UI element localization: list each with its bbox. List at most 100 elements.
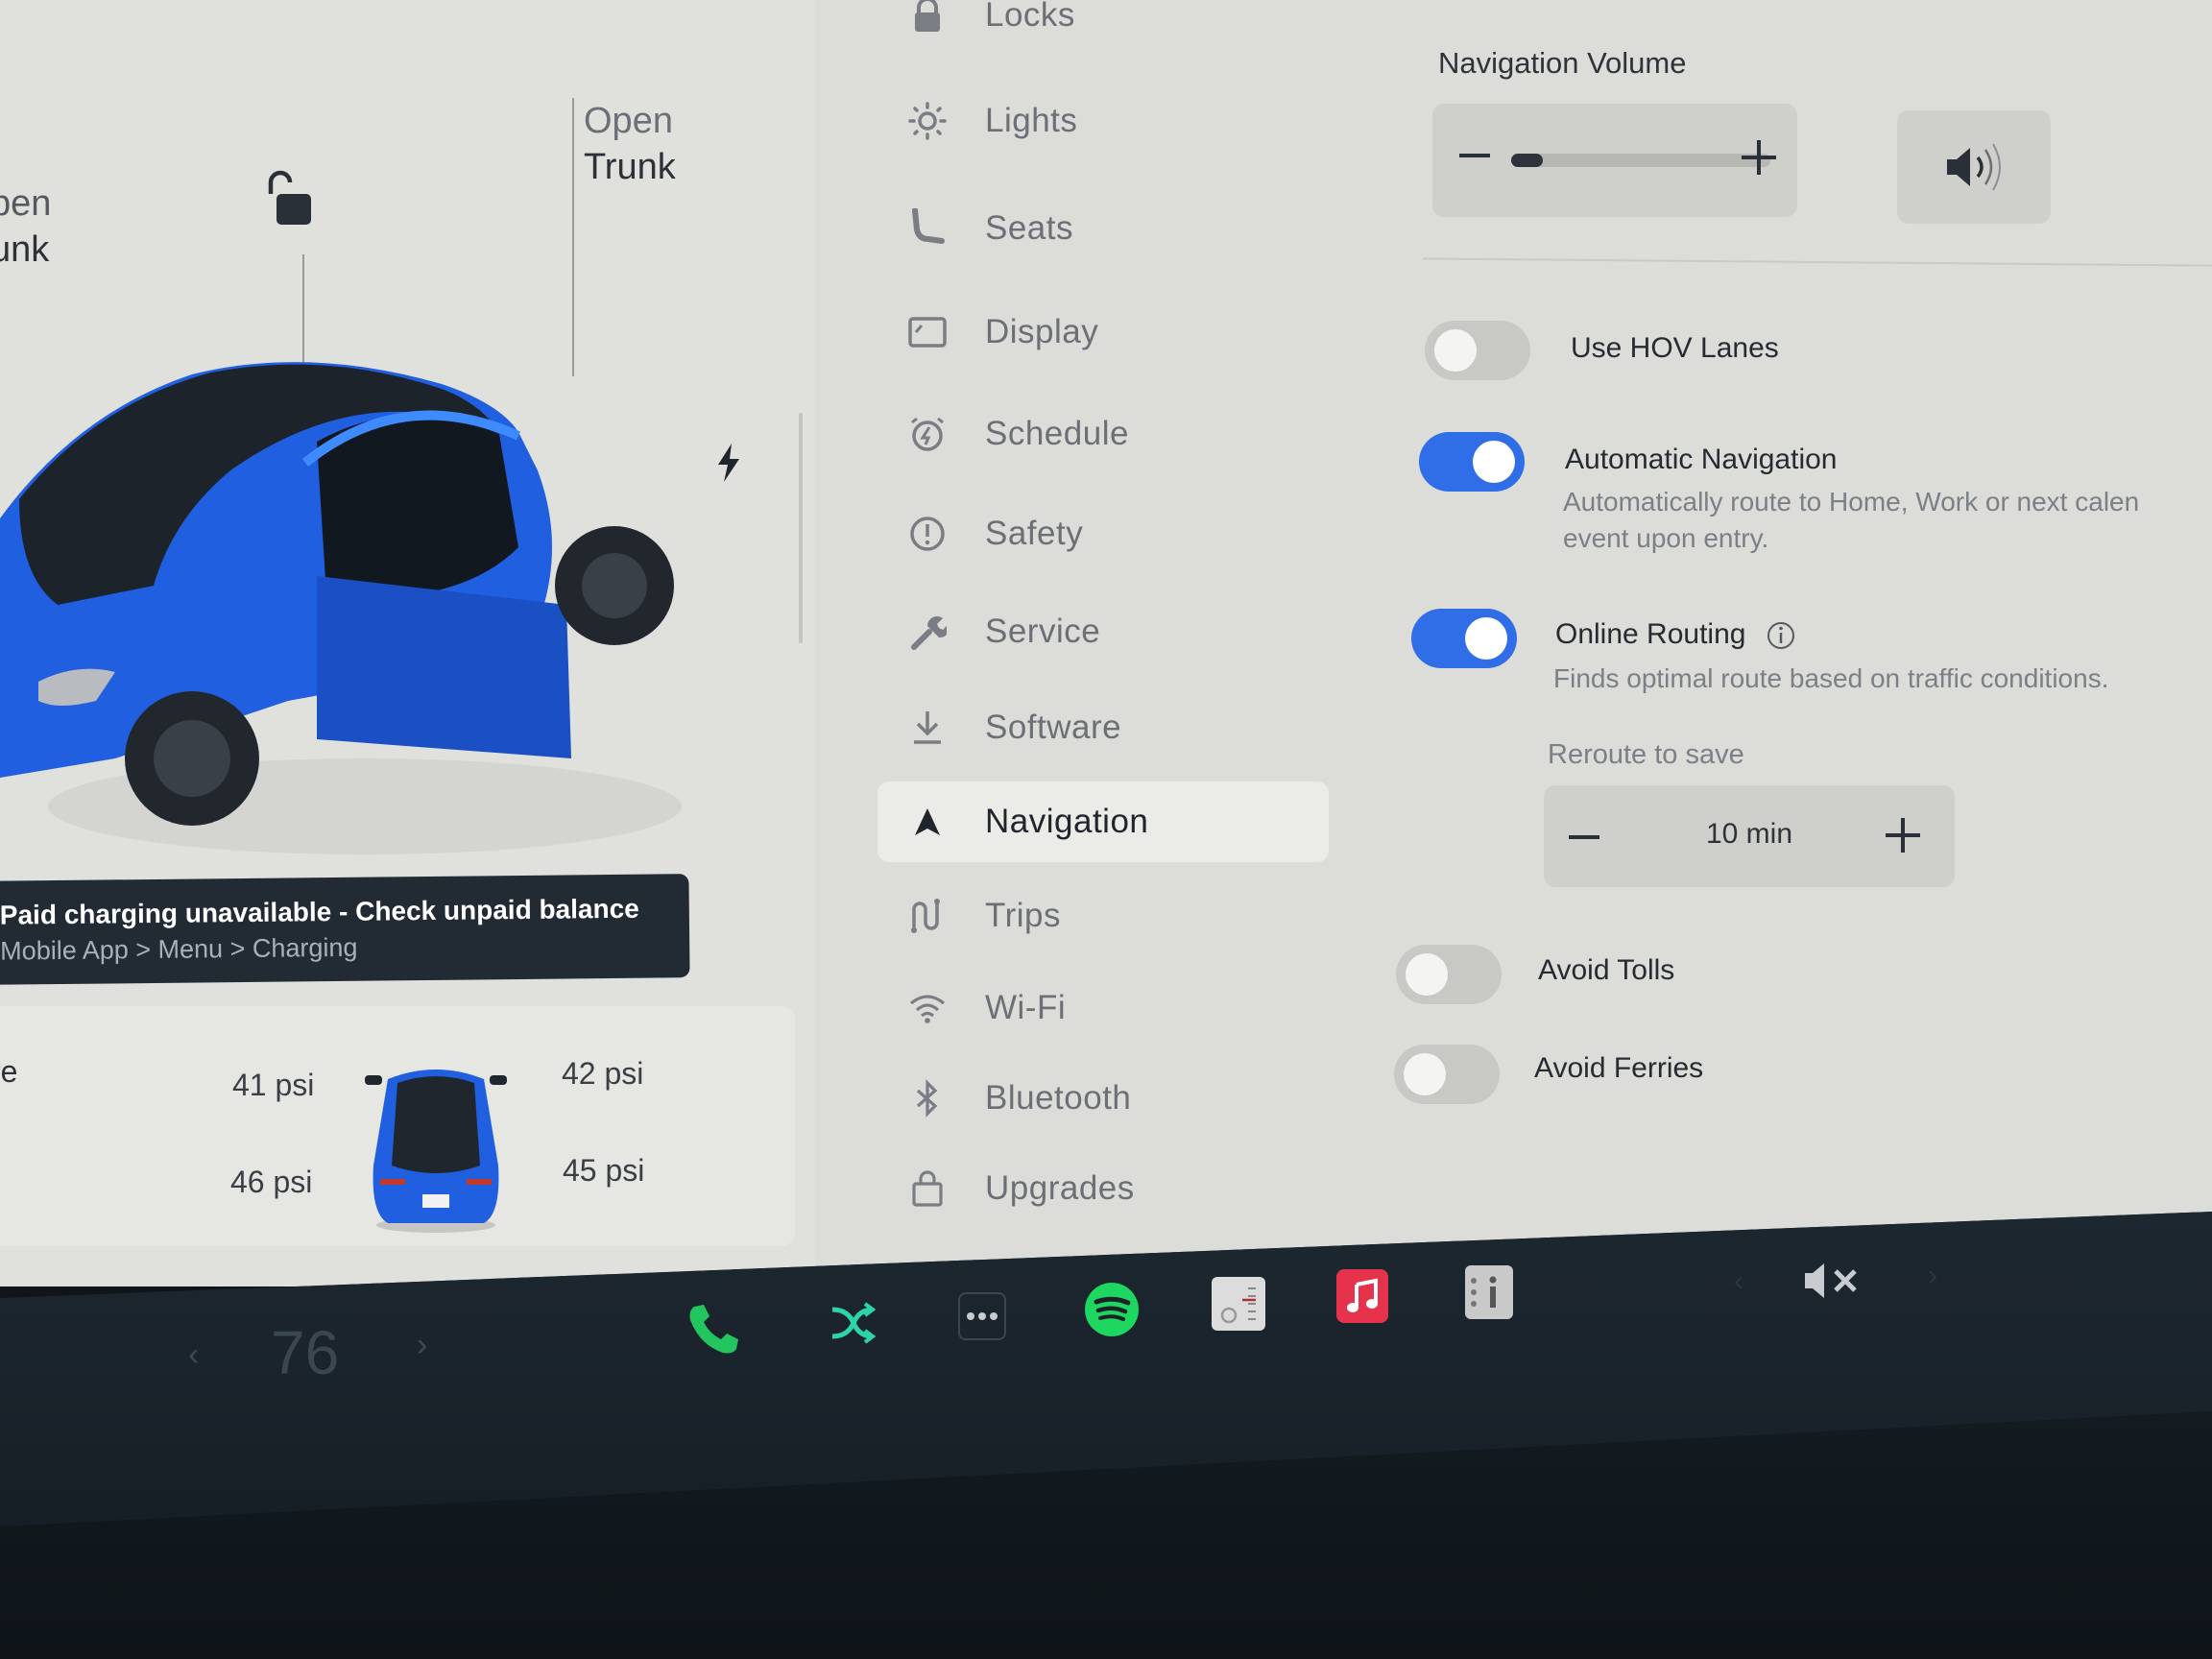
tire-pressure-label: re — [0, 1054, 18, 1089]
charge-port-icon[interactable] — [712, 442, 745, 484]
menu-item-wifi[interactable]: Wi-Fi — [878, 968, 1329, 1048]
dock-manual-button[interactable] — [1465, 1265, 1513, 1319]
menu-item-software[interactable]: Software — [878, 687, 1329, 768]
alert-circle-icon — [902, 513, 952, 555]
menu-item-label: Trips — [985, 897, 1061, 934]
shopping-bag-icon — [902, 1167, 952, 1210]
sun-icon — [902, 100, 952, 142]
hov-lanes-toggle[interactable] — [1425, 321, 1530, 380]
spotify-icon — [1085, 1283, 1139, 1336]
automatic-navigation-description: Automatically route to Home, Work or nex… — [1563, 487, 2140, 553]
dock-shuffle-button[interactable] — [824, 1296, 881, 1350]
volume-increase-arrow[interactable]: › — [1928, 1260, 1937, 1292]
menu-item-bluetooth[interactable]: Bluetooth — [878, 1058, 1329, 1139]
volume-muted-icon[interactable] — [1801, 1260, 1868, 1302]
tire-front-left-psi: 41 psi — [232, 1068, 315, 1102]
radio-icon — [1220, 1287, 1256, 1324]
menu-item-display[interactable]: Display — [878, 292, 1329, 373]
menu-item-label: Locks — [985, 0, 1075, 34]
wrench-icon — [902, 611, 952, 653]
wifi-icon — [902, 987, 952, 1029]
charging-alert-banner[interactable]: Paid charging unavailable - Check unpaid… — [0, 874, 690, 985]
info-icon[interactable] — [1766, 620, 1796, 651]
volume-decrease-button[interactable] — [1455, 136, 1494, 175]
open-frunk-button[interactable]: pen unk — [0, 180, 51, 273]
manual-info-icon — [1471, 1276, 1497, 1308]
menu-item-label: Wi-Fi — [985, 989, 1067, 1026]
trunk-pointer-line — [572, 98, 574, 376]
menu-item-schedule[interactable]: Schedule — [878, 394, 1329, 474]
avoid-ferries-label: Avoid Ferries — [1534, 1052, 1704, 1084]
menu-item-lights[interactable]: Lights — [878, 81, 1329, 161]
car-3d-image — [0, 362, 682, 854]
menu-item-seats[interactable]: Seats — [878, 188, 1329, 269]
online-routing-row: Online Routing — [1555, 618, 1796, 651]
navigation-arrow-icon — [902, 801, 952, 843]
reroute-stepper: 10 min — [1544, 785, 1955, 887]
menu-item-locks[interactable]: Locks — [878, 0, 1329, 56]
tire-front-right-psi: 42 psi — [562, 1056, 644, 1091]
car-panel-scrollbar[interactable] — [799, 413, 803, 643]
volume-decrease-arrow[interactable]: ‹ — [1734, 1265, 1743, 1298]
reroute-increase-button[interactable] — [1882, 814, 1924, 856]
dock-phone-button[interactable] — [685, 1300, 743, 1358]
temperature-increase-button[interactable]: › — [417, 1327, 427, 1364]
hov-lanes-label: Use HOV Lanes — [1571, 332, 1779, 364]
menu-item-label: Bluetooth — [985, 1079, 1132, 1117]
menu-item-label: Upgrades — [985, 1169, 1135, 1207]
more-dots-icon — [967, 1312, 998, 1320]
tire-rear-left-psi: 46 psi — [230, 1165, 313, 1199]
menu-item-label: Lights — [985, 102, 1078, 139]
dock-spotify-button[interactable] — [1083, 1281, 1141, 1338]
volume-slider-handle[interactable] — [1511, 154, 1543, 167]
online-routing-toggle[interactable] — [1411, 609, 1517, 668]
menu-item-safety[interactable]: Safety — [878, 493, 1329, 574]
online-routing-label: Online Routing — [1555, 618, 1746, 650]
temperature-decrease-button[interactable]: ‹ — [188, 1336, 199, 1374]
menu-item-upgrades[interactable]: Upgrades — [878, 1148, 1329, 1229]
navigation-settings-panel: Navigation Volume Use HOV Lanes Automati… — [1382, 0, 2212, 1248]
apple-music-icon — [1347, 1278, 1378, 1312]
cabin-temperature[interactable]: 76 — [271, 1317, 339, 1388]
alarm-clock-icon — [902, 413, 952, 455]
tire-rear-right-psi: 45 psi — [563, 1153, 645, 1188]
lock-pointer-line — [302, 254, 304, 370]
unlocked-lock-icon[interactable] — [263, 169, 317, 227]
navigation-volume-label: Navigation Volume — [1438, 46, 1687, 80]
phone-icon — [689, 1305, 738, 1354]
lock-icon — [902, 0, 952, 36]
dock-more-button[interactable] — [958, 1292, 1006, 1340]
menu-item-service[interactable]: Service — [878, 591, 1329, 672]
avoid-ferries-toggle[interactable] — [1394, 1045, 1500, 1104]
menu-item-label: Safety — [985, 515, 1084, 552]
menu-item-label: Navigation — [985, 803, 1149, 840]
avoid-tolls-toggle[interactable] — [1396, 945, 1502, 1004]
bluetooth-icon — [902, 1077, 952, 1119]
menu-item-trips[interactable]: Trips — [878, 876, 1329, 956]
volume-increase-button[interactable] — [1738, 136, 1780, 179]
frunk-label-line2: unk — [0, 229, 50, 270]
speaker-icon — [1947, 143, 2001, 191]
touchscreen: pen unk Open Trunk Paid charging unavail… — [0, 0, 2212, 1286]
reroute-label: Reroute to save — [1548, 739, 1744, 770]
dock-radio-button[interactable] — [1212, 1277, 1265, 1331]
dock-apple-music-button[interactable] — [1336, 1269, 1388, 1323]
automatic-navigation-toggle[interactable] — [1419, 432, 1525, 492]
volume-slider[interactable] — [1511, 154, 1770, 167]
car-top-view-image — [365, 1070, 507, 1233]
alert-title: Paid charging unavailable - Check unpaid… — [0, 893, 639, 930]
automatic-navigation-label: Automatic Navigation — [1565, 444, 1838, 475]
menu-item-label: Schedule — [985, 415, 1129, 452]
menu-item-navigation[interactable]: Navigation — [878, 781, 1329, 862]
frunk-label-line1: pen — [0, 183, 52, 224]
alert-subtitle: Mobile App > Menu > Charging — [0, 932, 358, 966]
display-icon — [902, 311, 952, 353]
avoid-tolls-label: Avoid Tolls — [1538, 954, 1675, 986]
tire-pressure-card[interactable]: re 41 psi 42 psi 46 psi 45 psi — [0, 1006, 795, 1246]
trunk-label-line2: Trunk — [584, 147, 676, 187]
open-trunk-button[interactable]: Open Trunk — [584, 98, 676, 190]
navigation-mute-button[interactable] — [1897, 110, 2051, 224]
menu-item-label: Display — [985, 313, 1099, 350]
menu-item-label: Service — [985, 613, 1101, 650]
trunk-label-line1: Open — [584, 101, 673, 141]
